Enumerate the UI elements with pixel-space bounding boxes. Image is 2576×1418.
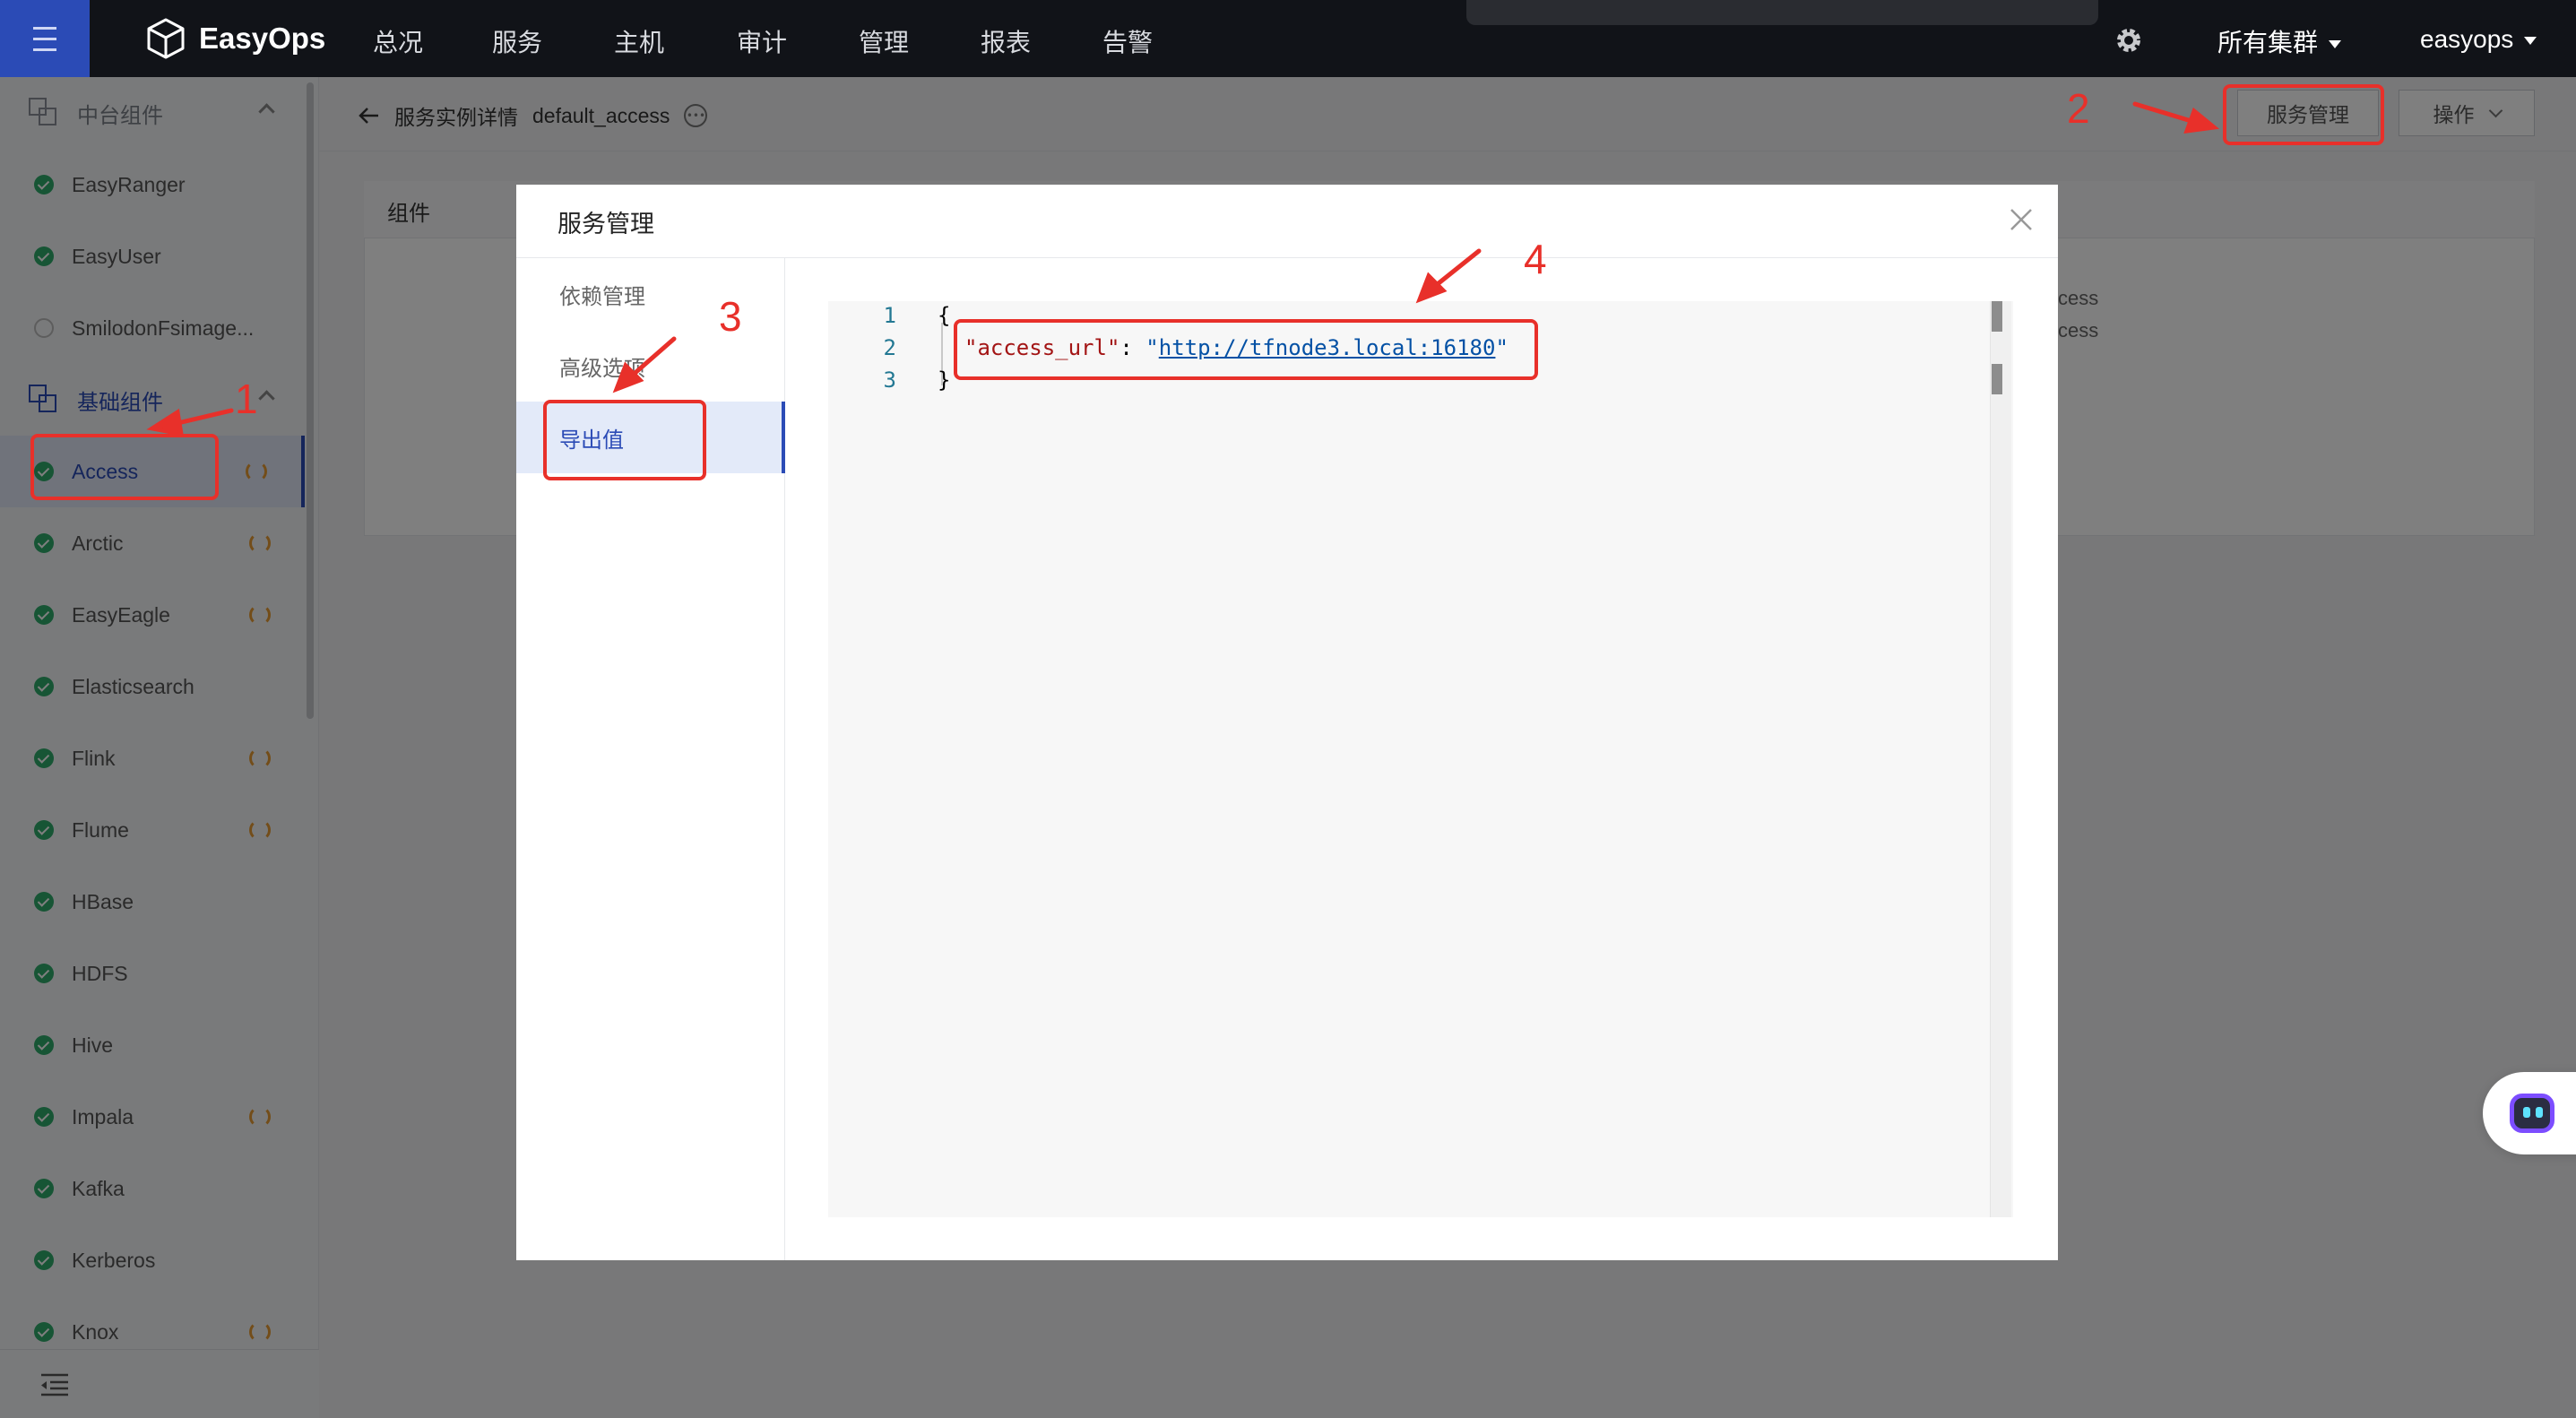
annotation-arrows — [146, 101, 2220, 437]
